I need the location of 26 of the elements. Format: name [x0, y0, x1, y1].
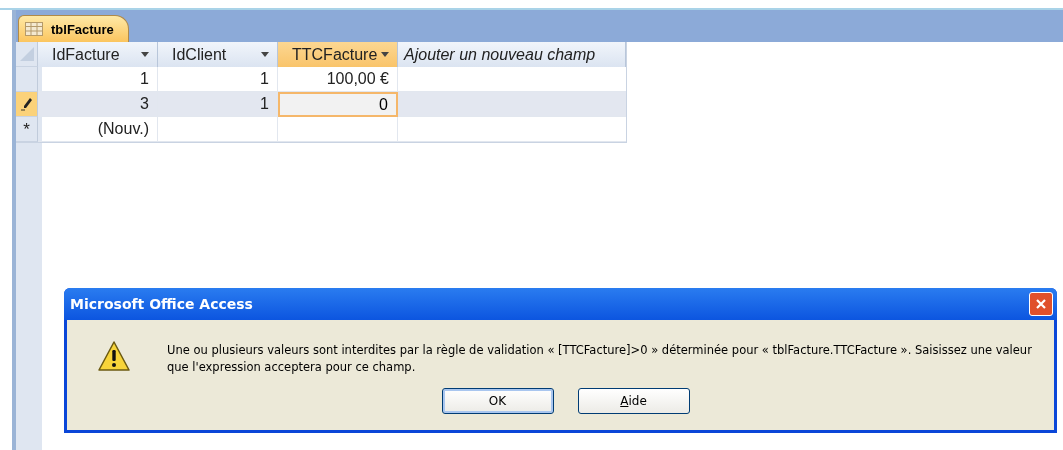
table-cell[interactable]: 0	[278, 92, 398, 117]
dialog-button[interactable]: OK	[441, 388, 554, 414]
close-icon	[1035, 298, 1047, 310]
dropdown-arrow-icon[interactable]	[141, 52, 149, 57]
table-tab[interactable]: tblFacture	[18, 15, 129, 42]
dropdown-arrow-icon[interactable]	[381, 52, 389, 57]
column-header[interactable]: IdFacture	[38, 42, 158, 67]
dialog-button[interactable]: Aide	[577, 388, 690, 414]
row-selector[interactable]: *	[16, 117, 38, 142]
close-button[interactable]	[1029, 292, 1053, 316]
empty-cell[interactable]	[278, 117, 398, 142]
column-header[interactable]: TTCFacture	[278, 42, 398, 67]
table-icon	[25, 22, 43, 36]
column-header[interactable]: Ajouter un nouveau champ	[398, 42, 626, 67]
pencil-icon	[20, 97, 33, 111]
warning-icon	[97, 340, 131, 372]
empty-cell[interactable]	[158, 117, 278, 142]
select-all-icon[interactable]	[18, 46, 35, 62]
table-cell[interactable]: 3	[38, 92, 158, 117]
table-cell: (Nouv.)	[97, 120, 149, 138]
table-cell[interactable]: 1	[158, 92, 278, 117]
dropdown-arrow-icon[interactable]	[261, 52, 269, 57]
dialog-title: Microsoft Office Access	[70, 296, 253, 312]
row-selector[interactable]	[16, 92, 38, 117]
column-header[interactable]: IdClient	[158, 42, 278, 67]
dialog-message: Une ou plusieurs valeurs sont interdites par la règle de validation « [TTCFacture]>0 » déterminée pour « tblFacture.TTCFacture ». Saisissez une valeur que l'expression acceptera pour ce champ.	[167, 342, 1033, 376]
